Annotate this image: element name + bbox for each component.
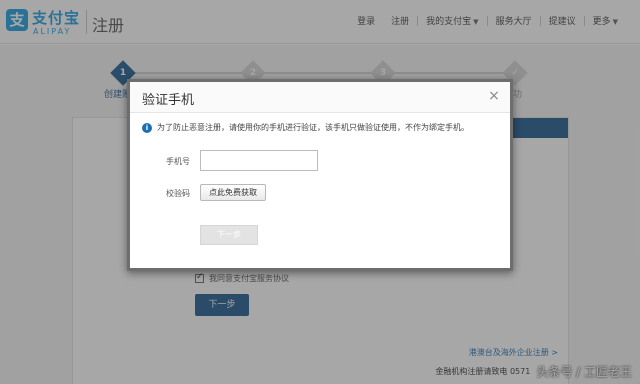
next-step-button[interactable]: 下一步 xyxy=(200,225,258,245)
code-label: 校验码 xyxy=(166,189,190,198)
notice-text: 为了防止恶意注册，请使用你的手机进行验证，该手机只做验证使用，不作为绑定手机。 xyxy=(157,123,469,132)
dialog-title: 验证手机 xyxy=(142,93,195,108)
verify-phone-dialog: 验证手机 × i 为了防止恶意注册，请使用你的手机进行验证，该手机只做验证使用，… xyxy=(127,79,513,271)
phone-input[interactable] xyxy=(200,150,318,171)
phone-label: 手机号 xyxy=(166,157,190,166)
close-icon[interactable]: × xyxy=(486,87,502,105)
verify-notice: i 为了防止恶意注册，请使用你的手机进行验证，该手机只做验证使用，不作为绑定手机… xyxy=(142,122,469,133)
info-icon: i xyxy=(142,122,152,133)
dialog-header: 验证手机 × xyxy=(130,82,510,113)
get-code-button[interactable]: 点此免费获取 xyxy=(200,184,266,201)
